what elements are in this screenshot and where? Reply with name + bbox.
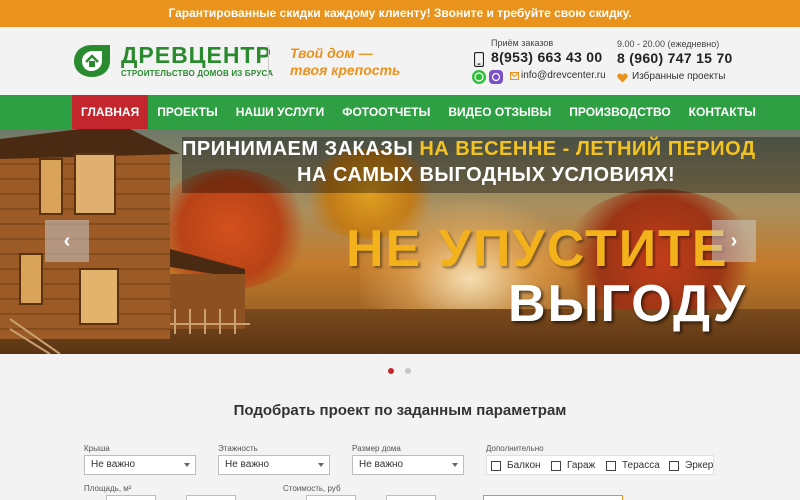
nav-item-home[interactable]: ГЛАВНАЯ bbox=[72, 95, 149, 129]
brand-subtitle: СТРОИТЕЛЬСТВО ДОМОВ ИЗ БРУСА bbox=[121, 69, 274, 78]
chevron-down-icon bbox=[452, 463, 458, 467]
area-label: Площадь, м² bbox=[84, 484, 132, 493]
filter-title: Подобрать проект по заданным параметрам bbox=[233, 402, 567, 419]
orders-label: Приём заказов bbox=[491, 38, 554, 48]
chevron-left-icon: ‹ bbox=[63, 230, 71, 252]
size-label: Размер дома bbox=[352, 444, 401, 453]
slider-next-button[interactable]: › bbox=[712, 220, 756, 262]
extras-label: Дополнительно bbox=[486, 444, 544, 453]
chevron-down-icon bbox=[184, 463, 190, 467]
headline-line1: ПРИНИМАЕМ ЗАКАЗЫ НА ВЕСЕННЕ - ЛЕТНИЙ ПЕР… bbox=[182, 138, 756, 161]
working-hours: 9.00 - 20.00 (ежедневно) bbox=[617, 39, 720, 49]
slider-prev-button[interactable]: ‹ bbox=[45, 220, 89, 262]
email-link[interactable]: info@drevcenter.ru bbox=[521, 70, 606, 81]
favorites-link[interactable]: Избранные проекты bbox=[632, 71, 725, 82]
promo-banner: Гарантированные скидки каждому клиенту! … bbox=[0, 0, 800, 27]
slogan-line2: твоя крепость bbox=[290, 62, 401, 78]
whatsapp-icon[interactable] bbox=[472, 70, 486, 84]
checkbox-box[interactable] bbox=[551, 460, 561, 471]
nav-item-production[interactable]: ПРОИЗВОДСТВО bbox=[560, 95, 679, 129]
nav-item-video-reviews[interactable]: ВИДЕО ОТЗЫВЫ bbox=[439, 95, 560, 129]
nav-item-services[interactable]: НАШИ УСЛУГИ bbox=[227, 95, 334, 129]
floors-select[interactable]: Не важно bbox=[218, 455, 330, 475]
phone-icon bbox=[474, 52, 484, 67]
price-to-input[interactable] bbox=[386, 495, 436, 500]
size-select-value: Не важно bbox=[359, 459, 404, 470]
roof-select-value: Не важно bbox=[91, 459, 136, 470]
nav-list: ГЛАВНАЯ ПРОЕКТЫ НАШИ УСЛУГИ ФОТООТЧЕТЫ В… bbox=[72, 95, 765, 129]
big-headline-1: НЕ УПУСТИТЕ bbox=[346, 220, 729, 278]
logo-icon[interactable] bbox=[72, 43, 112, 79]
checkbox-terrace[interactable]: Терасса bbox=[606, 460, 660, 471]
search-projects-button[interactable] bbox=[483, 495, 623, 500]
size-select[interactable]: Не важно bbox=[352, 455, 464, 475]
checkbox-box[interactable] bbox=[669, 460, 679, 471]
nav-item-photo-reports[interactable]: ФОТООТЧЕТЫ bbox=[333, 95, 439, 129]
header-divider bbox=[268, 45, 269, 79]
checkbox-garage[interactable]: Гараж bbox=[551, 460, 595, 471]
nav-item-contacts[interactable]: КОНТАКТЫ bbox=[680, 95, 765, 129]
promo-text: Гарантированные скидки каждому клиенту! … bbox=[168, 6, 632, 20]
brand-name[interactable]: ДРЕВЦЕНТР bbox=[121, 42, 272, 69]
chevron-right-icon: › bbox=[730, 230, 738, 252]
checkbox-label: Балкон bbox=[507, 460, 541, 471]
price-label: Стоимость, руб bbox=[283, 484, 341, 493]
headline-line2: НА САМЫХ ВЫГОДНЫХ УСЛОВИЯХ! bbox=[297, 164, 676, 186]
checkbox-bay-window[interactable]: Эркер bbox=[669, 460, 713, 471]
mail-icon bbox=[510, 72, 519, 80]
chevron-down-icon bbox=[318, 463, 324, 467]
area-to-input[interactable] bbox=[186, 495, 236, 500]
phone-primary[interactable]: 8(953) 663 43 00 bbox=[491, 49, 602, 65]
roof-select[interactable]: Не важно bbox=[84, 455, 196, 475]
slogan-line1: Твой дом — bbox=[290, 45, 373, 61]
checkbox-label: Эркер bbox=[685, 460, 714, 471]
price-from-input[interactable] bbox=[306, 495, 356, 500]
extras-checkboxes: Балкон Гараж Терасса Эркер bbox=[486, 455, 714, 475]
checkbox-box[interactable] bbox=[606, 460, 616, 471]
hero-slider[interactable]: ПРИНИМАЕМ ЗАКАЗЫ НА ВЕСЕННЕ - ЛЕТНИЙ ПЕР… bbox=[0, 129, 800, 354]
area-from-input[interactable] bbox=[106, 495, 156, 500]
slider-pagination bbox=[388, 368, 411, 374]
slogan: Твой дом — твоя крепость bbox=[290, 45, 400, 79]
viber-icon[interactable] bbox=[489, 70, 503, 84]
checkbox-box[interactable] bbox=[491, 460, 501, 471]
main-nav: ГЛАВНАЯ ПРОЕКТЫ НАШИ УСЛУГИ ФОТООТЧЕТЫ В… bbox=[0, 95, 800, 129]
checkbox-label: Терасса bbox=[622, 460, 660, 471]
floors-label: Этажность bbox=[218, 444, 258, 453]
headline-highlight: НА ВЕСЕННЕ - ЛЕТНИЙ ПЕРИОД bbox=[419, 138, 756, 160]
phone-secondary[interactable]: 8 (960) 747 15 70 bbox=[617, 50, 733, 66]
checkbox-label: Гараж bbox=[567, 460, 596, 471]
site-header: ДРЕВЦЕНТР СТРОИТЕЛЬСТВО ДОМОВ ИЗ БРУСА Т… bbox=[0, 27, 800, 95]
slider-dot-2[interactable] bbox=[405, 368, 411, 374]
headline-prefix: ПРИНИМАЕМ ЗАКАЗЫ bbox=[182, 138, 420, 160]
floors-select-value: Не важно bbox=[225, 459, 270, 470]
big-headline-2: ВЫГОДУ bbox=[508, 275, 748, 333]
slider-dot-1[interactable] bbox=[388, 368, 394, 374]
checkbox-balcony[interactable]: Балкон bbox=[491, 460, 541, 471]
nav-item-projects[interactable]: ПРОЕКТЫ bbox=[148, 95, 227, 129]
roof-label: Крыша bbox=[84, 444, 110, 453]
heart-icon[interactable] bbox=[617, 73, 628, 83]
